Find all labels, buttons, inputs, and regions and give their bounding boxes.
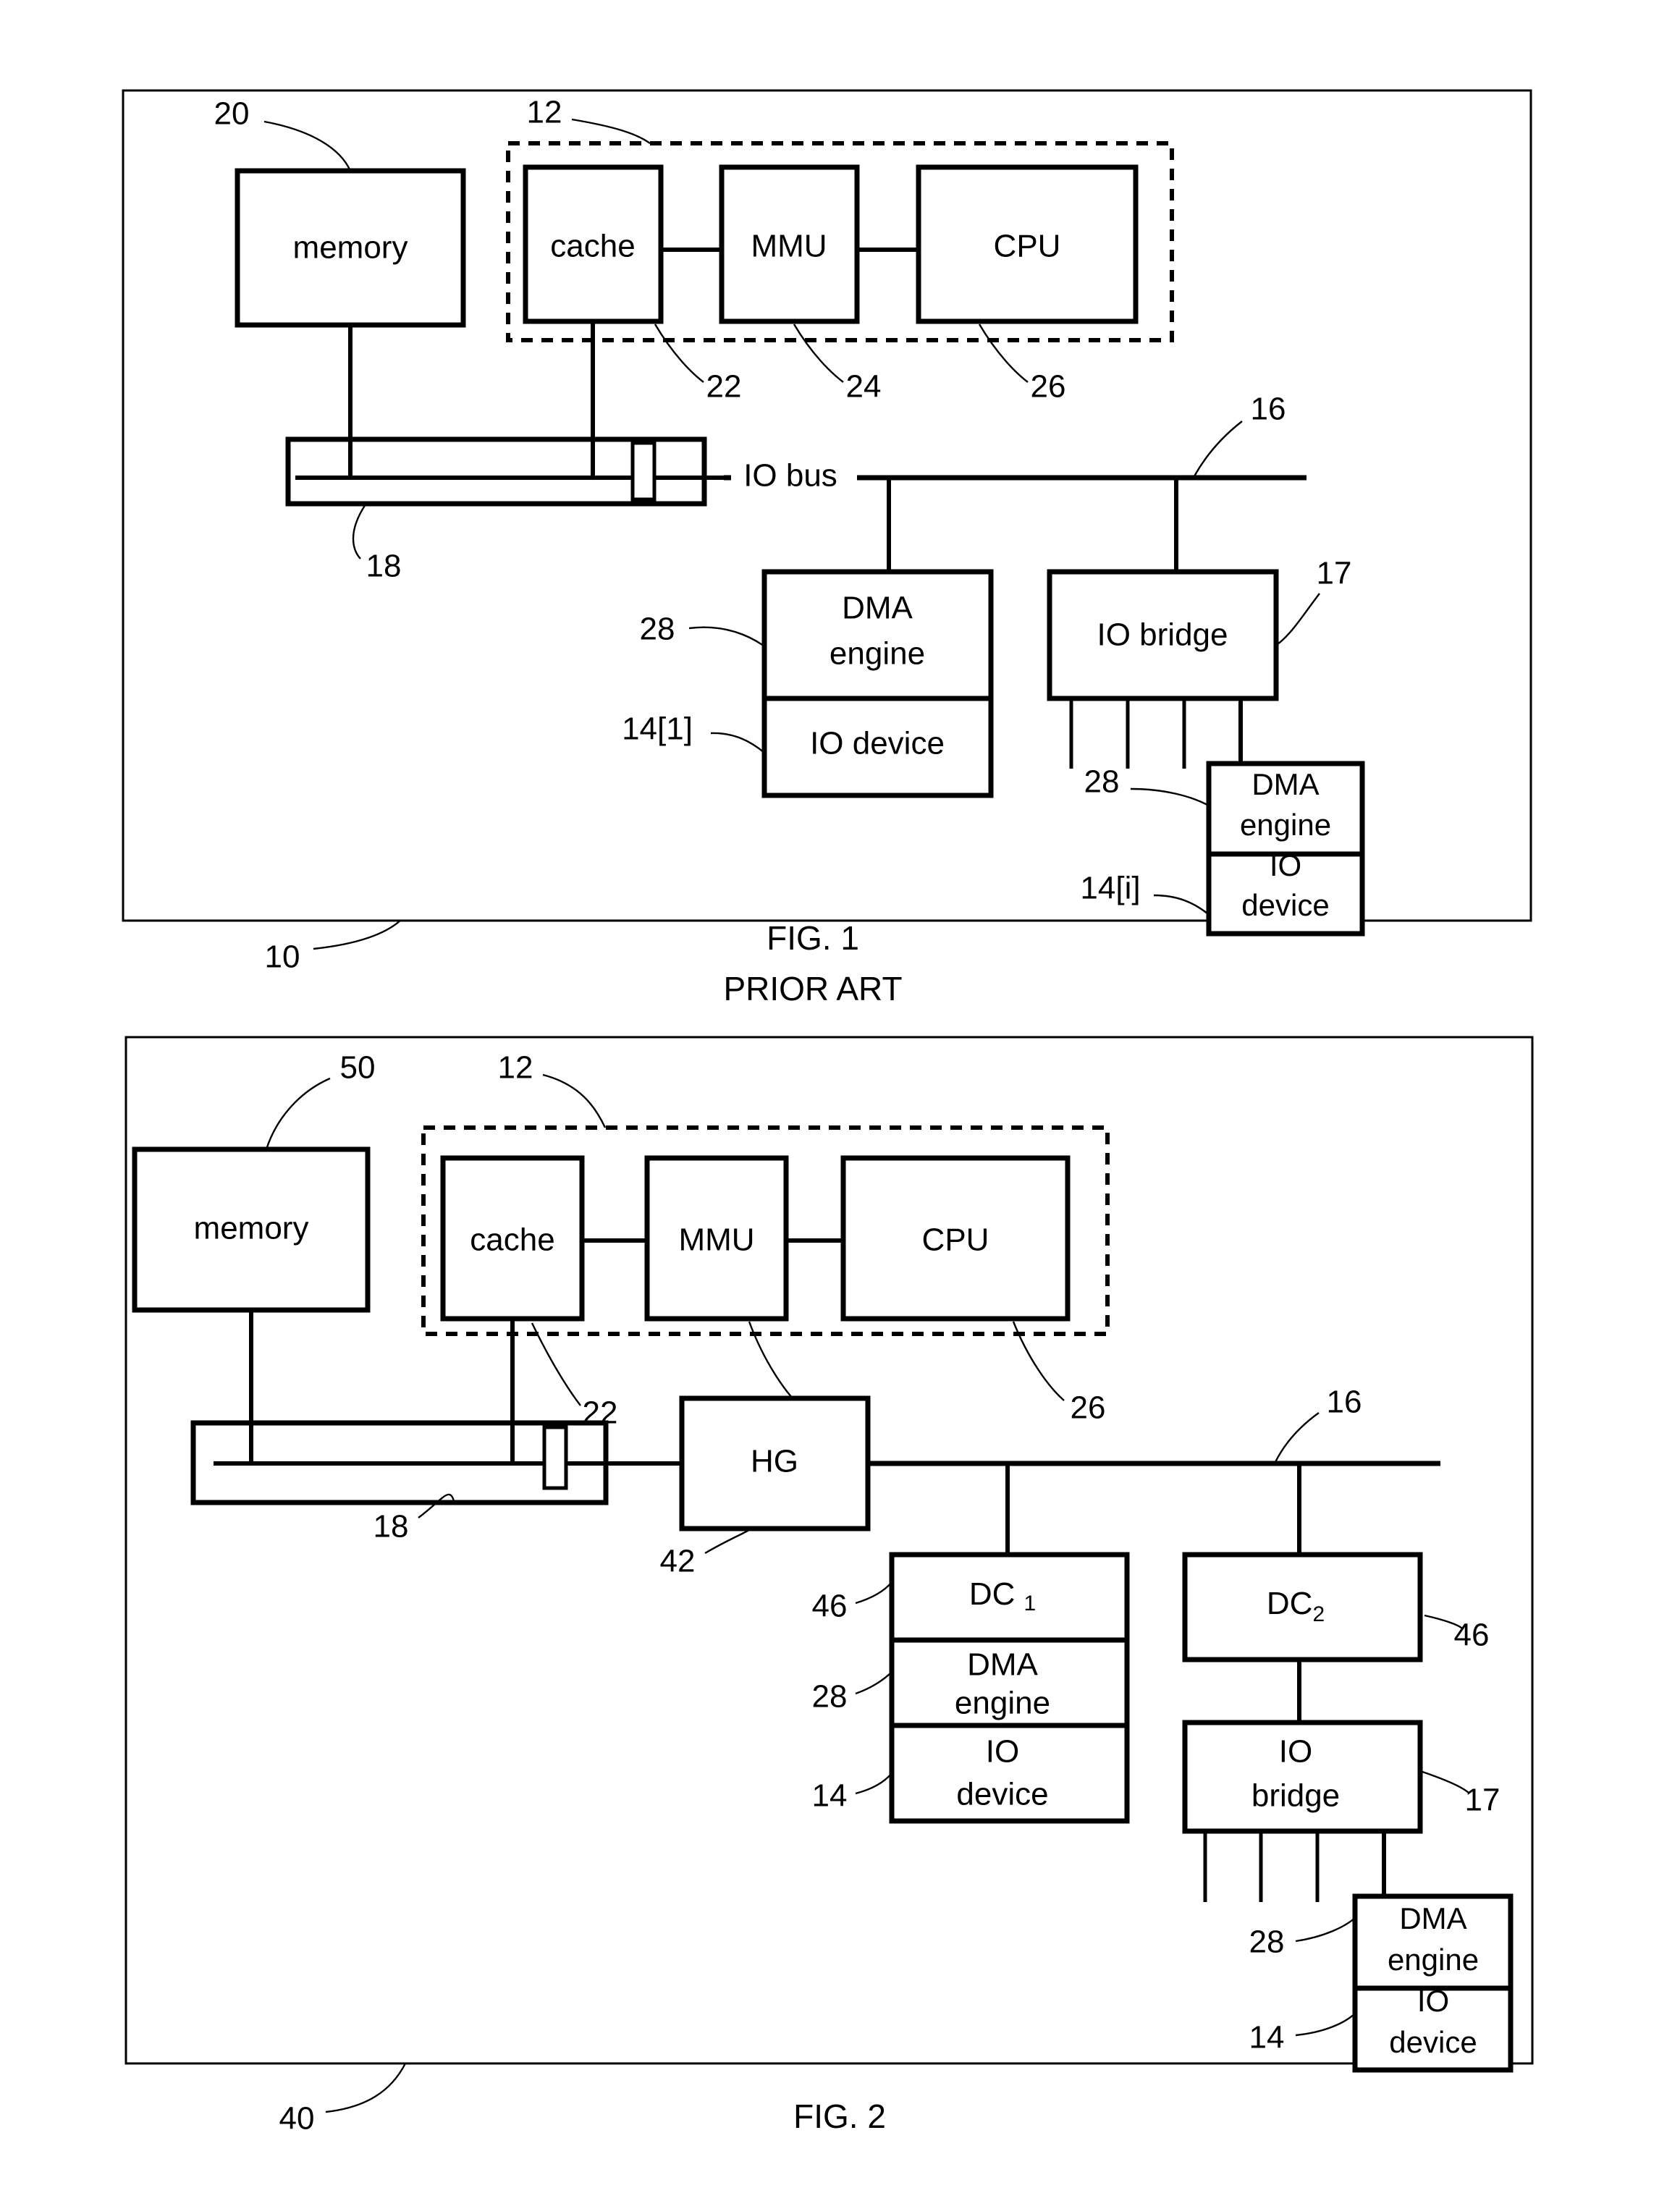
fig2-ref-dma-right: 28 — [1249, 1924, 1285, 1960]
fig2-ref-dc1: 46 — [812, 1589, 848, 1624]
fig2-dma-right-line1: DMA — [1399, 1901, 1466, 1935]
fig1-subcaption: PRIOR ART — [723, 970, 902, 1007]
drawing-canvas: memory 20 12 cache MMU CPU 22 24 26 18 I… — [122, 89, 1534, 2137]
fig1-ref-cpu: 26 — [1031, 369, 1066, 405]
fig1-ref-mmu: 24 — [846, 369, 882, 405]
fig1-memory-label: memory — [293, 230, 408, 266]
fig1-ref-memory: 20 — [214, 96, 250, 132]
fig1-leader-cpu — [978, 324, 1029, 383]
fig2-memory-label: memory — [194, 1211, 309, 1246]
fig2-leader-io-device-dc1 — [855, 1772, 892, 1795]
fig1-leader-io-device-right — [1153, 894, 1208, 914]
fig2-ref-system: 40 — [279, 2101, 315, 2137]
fig1-ref-io-device-left: 14[1] — [622, 711, 693, 747]
patent-drawing-sheet: memory 20 12 cache MMU CPU 22 24 26 18 I… — [0, 0, 1680, 2193]
fig1-dma-left-line2: engine — [830, 636, 925, 672]
fig2-ref-io-bus: 16 — [1327, 1385, 1362, 1420]
fig1-dma-left-line1: DMA — [842, 591, 913, 626]
fig1-io-device-right-line1: IO — [1270, 848, 1301, 882]
fig2-leader-system — [325, 2063, 407, 2113]
fig2-leader-io-device-right — [1295, 2013, 1356, 2037]
fig1-leader-memory-bus — [352, 504, 367, 559]
fig2-leader-memory — [265, 1077, 331, 1150]
fig1-ref-cache: 22 — [706, 369, 742, 405]
fig2-leader-dc1 — [855, 1581, 892, 1605]
figure-1: memory 20 12 cache MMU CPU 22 24 26 18 I… — [122, 89, 1532, 1007]
fig1-leader-io-bridge — [1277, 593, 1320, 645]
fig2-mmu-label: MMU — [678, 1222, 754, 1258]
fig2-ref-memory-bus: 18 — [373, 1509, 409, 1545]
fig2-leader-io-bus — [1274, 1412, 1320, 1463]
fig1-ref-dma-left: 28 — [640, 612, 675, 647]
fig1-leader-dma-left — [688, 626, 765, 647]
fig2-ref-hg: 42 — [660, 1544, 696, 1579]
fig1-io-bridge-label: IO bridge — [1097, 617, 1228, 653]
fig1-cache-label: cache — [550, 229, 635, 264]
fig2-leader-hg — [704, 1528, 752, 1555]
fig1-ref-dma-right: 28 — [1084, 764, 1120, 800]
fig2-io-device-right-line1: IO — [1417, 1984, 1449, 2018]
fig1-ref-processor-group: 12 — [527, 95, 562, 130]
fig1-leader-memory — [263, 120, 352, 172]
fig1-leader-dma-right — [1130, 787, 1208, 806]
fig2-dma-right-line2: engine — [1388, 1943, 1479, 1977]
fig2-leader-dma-dc1 — [855, 1671, 892, 1695]
fig1-leader-mmu — [793, 324, 844, 383]
fig1-leader-cache — [654, 324, 704, 383]
fig1-leader-system — [313, 920, 401, 950]
fig1-ref-system: 10 — [265, 939, 300, 975]
fig1-mmu-label: MMU — [751, 229, 827, 264]
fig1-caption: FIG. 1 — [767, 919, 859, 957]
fig1-bus-connector — [630, 441, 657, 502]
fig2-ref-io-bridge: 17 — [1465, 1783, 1500, 1818]
fig2-leader-dma-right — [1295, 1917, 1356, 1943]
fig2-io-device-dc1-line1: IO — [986, 1734, 1019, 1770]
fig1-io-bus-label: IO bus — [743, 458, 837, 494]
fig2-ref-memory: 50 — [340, 1050, 376, 1086]
fig2-ref-io-device-dc1: 14 — [812, 1778, 848, 1814]
fig2-cache-label: cache — [470, 1222, 554, 1258]
fig1-io-device-left-label: IO device — [810, 726, 945, 761]
fig2-ref-dma-dc1: 28 — [812, 1679, 848, 1715]
fig1-leader-processor-group — [571, 118, 651, 144]
fig2-leader-io-bridge — [1422, 1770, 1470, 1794]
fig2-io-bridge-line2: bridge — [1251, 1778, 1340, 1814]
fig1-ref-io-bus: 16 — [1251, 392, 1286, 427]
fig2-caption: FIG. 2 — [793, 2097, 886, 2135]
fig2-ref-io-device-right: 14 — [1249, 2020, 1285, 2055]
fig1-io-device-right-line2: device — [1241, 888, 1329, 922]
fig2-ref-dc2: 46 — [1454, 1618, 1490, 1653]
figure-2: memory 50 12 cache MMU CPU 22 24 26 — [124, 1036, 1534, 2137]
fig2-dma-dc1-line2: engine — [955, 1686, 1050, 1721]
fig1-dma-right-line2: engine — [1240, 808, 1331, 842]
fig2-leader-processor-group — [542, 1073, 607, 1128]
fig2-cpu-label: CPU — [922, 1222, 989, 1258]
fig1-dma-right-line1: DMA — [1251, 767, 1319, 801]
fig2-bus-connector — [542, 1425, 568, 1490]
fig2-hg-label: HG — [751, 1444, 798, 1479]
fig2-ref-cpu: 26 — [1071, 1390, 1106, 1426]
fig2-dma-dc1-line1: DMA — [967, 1647, 1038, 1683]
fig1-ref-memory-bus: 18 — [366, 549, 402, 584]
fig1-cpu-label: CPU — [994, 229, 1061, 264]
fig1-leader-io-device-left — [710, 732, 765, 753]
fig2-io-bridge-line1: IO — [1279, 1734, 1312, 1770]
fig1-ref-io-device-right: 14[i] — [1080, 871, 1140, 906]
fig2-ref-processor-group: 12 — [498, 1050, 533, 1086]
fig1-ref-io-bridge: 17 — [1317, 556, 1352, 591]
fig2-io-device-right-line2: device — [1389, 2025, 1477, 2059]
fig1-leader-io-bus — [1193, 421, 1243, 477]
fig2-io-device-dc1-line2: device — [956, 1777, 1048, 1812]
